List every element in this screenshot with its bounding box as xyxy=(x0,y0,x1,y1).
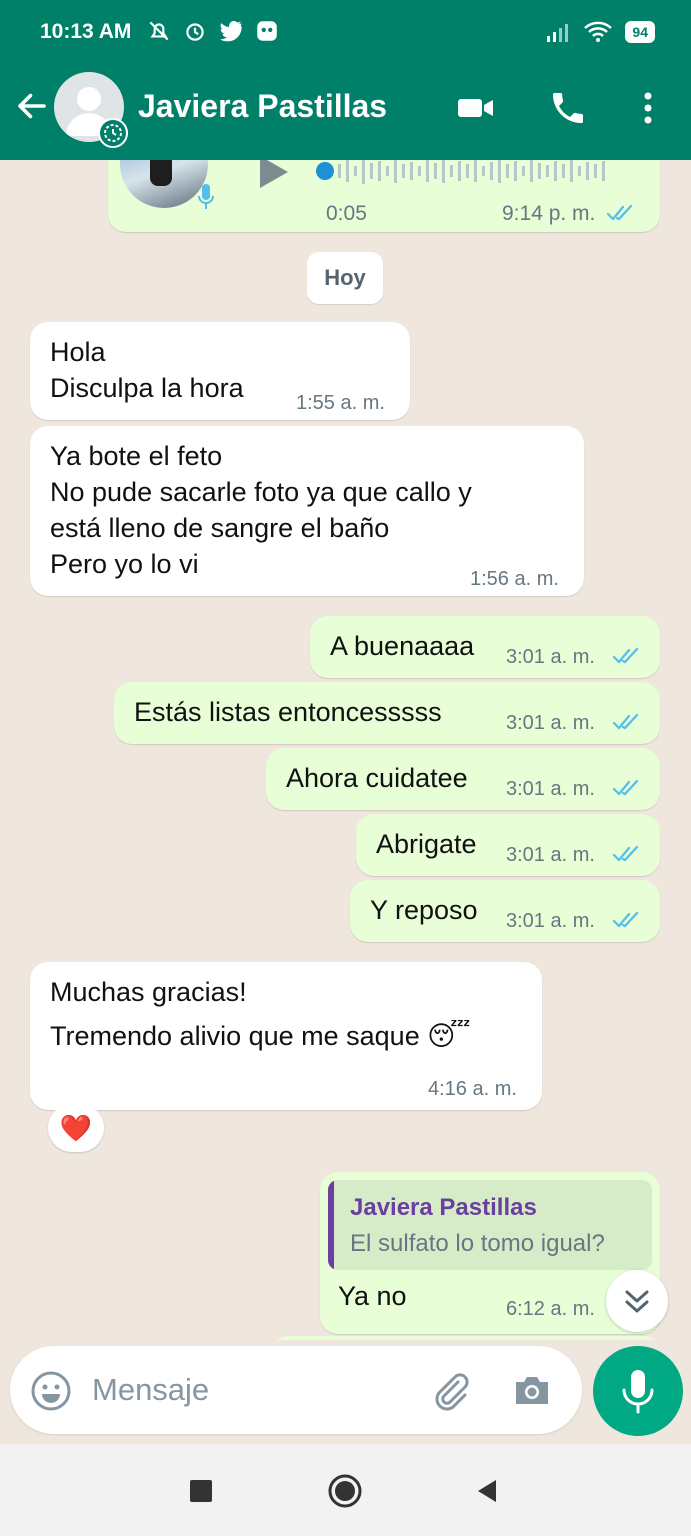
scroll-to-bottom-button[interactable] xyxy=(606,1270,668,1332)
attach-icon[interactable] xyxy=(428,1368,472,1412)
message-time: 3:01 a. m. xyxy=(506,712,595,734)
message-placeholder: Mensaje xyxy=(92,1372,210,1407)
incoming-message[interactable]: Ya bote el feto No pude sacarle foto ya … xyxy=(30,426,584,596)
message-input[interactable]: Mensaje xyxy=(10,1346,582,1434)
message-reaction[interactable]: ❤️ xyxy=(48,1104,104,1152)
chat-area[interactable]: 0:05 9:14 p. m. Hoy Hola Disculpa la hor… xyxy=(0,160,691,1340)
message-text: Ya no xyxy=(338,1281,407,1311)
message-time: 9:14 p. m. xyxy=(502,202,596,225)
play-icon[interactable] xyxy=(254,160,294,192)
message-text: Pero yo lo vi xyxy=(50,549,199,579)
message-composer: Mensaje xyxy=(0,1340,691,1444)
read-ticks-icon xyxy=(612,647,639,664)
message-time: 3:01 a. m. xyxy=(506,646,595,668)
message-text: Hola xyxy=(50,337,106,367)
message-time: 1:55 a. m. xyxy=(296,392,385,414)
system-navigation-bar xyxy=(0,1444,691,1536)
top-app-bar: 10:13 AM 94 Javiera Pastillas xyxy=(0,0,691,160)
incoming-message[interactable]: Muchas gracias! Tremendo alivio que me s… xyxy=(30,962,542,1110)
contact-name[interactable]: Javiera Pastillas xyxy=(138,88,387,125)
video-call-icon[interactable] xyxy=(456,88,496,128)
voice-record-button[interactable] xyxy=(593,1346,683,1436)
status-bar: 10:13 AM 94 xyxy=(0,0,691,66)
battery-indicator: 94 xyxy=(625,21,655,43)
status-ring-icon xyxy=(98,118,128,148)
message-time: 4:16 a. m. xyxy=(428,1078,517,1100)
quote-author: Javiera Pastillas xyxy=(350,1194,537,1221)
home-button-icon[interactable] xyxy=(326,1472,364,1510)
message-text: Ya bote el feto xyxy=(50,441,223,471)
quote-accent-bar xyxy=(328,1180,334,1270)
more-options-icon[interactable] xyxy=(628,88,668,128)
voice-waveform xyxy=(338,160,605,184)
back-button-icon[interactable] xyxy=(472,1476,502,1506)
message-text: Tremendo alivio que me saque 😴 xyxy=(50,1021,471,1051)
back-arrow-icon[interactable] xyxy=(14,88,50,124)
status-time: 10:13 AM xyxy=(40,20,132,43)
mute-bell-icon xyxy=(149,21,169,41)
read-ticks-icon xyxy=(606,204,633,221)
date-divider: Hoy xyxy=(307,252,383,304)
message-text: Estás listas entoncesssss xyxy=(134,697,442,727)
incoming-message[interactable]: Hola Disculpa la hora 1:55 a. m. xyxy=(30,322,410,420)
message-text: Disculpa la hora xyxy=(50,373,244,403)
camera-icon[interactable] xyxy=(510,1368,554,1412)
microphone-icon xyxy=(622,1370,654,1414)
message-text: A buenaaaa xyxy=(330,631,475,661)
voice-message-bubble[interactable]: 0:05 9:14 p. m. xyxy=(108,160,660,232)
outgoing-message[interactable]: A buenaaaa 3:01 a. m. xyxy=(310,616,660,678)
voice-progress-dot[interactable] xyxy=(316,162,334,180)
mic-small-icon xyxy=(198,184,214,209)
app-icon xyxy=(257,21,277,41)
message-time: 3:01 a. m. xyxy=(506,778,595,800)
emoji-icon[interactable] xyxy=(30,1370,72,1412)
heart-reaction-icon: ❤️ xyxy=(59,1113,93,1143)
message-time: 6:12 a. m. xyxy=(506,1298,595,1320)
quoted-message[interactable]: Javiera Pastillas El sulfato lo tomo igu… xyxy=(328,1180,652,1270)
message-text: Abrigate xyxy=(376,829,477,859)
twitter-icon xyxy=(220,21,242,42)
signal-icon xyxy=(547,24,569,42)
message-time: 3:01 a. m. xyxy=(506,844,595,866)
quote-text: El sulfato lo tomo igual? xyxy=(350,1230,605,1257)
message-text: está lleno de sangre el baño xyxy=(50,513,390,543)
message-text: Y reposo xyxy=(370,895,478,925)
outgoing-message[interactable]: Ahora cuidatee 3:01 a. m. xyxy=(266,748,660,810)
wifi-icon xyxy=(584,21,613,42)
read-ticks-icon xyxy=(612,911,639,928)
read-ticks-icon xyxy=(612,845,639,862)
outgoing-message[interactable]: Y reposo 3:01 a. m. xyxy=(350,880,660,942)
message-time: 3:01 a. m. xyxy=(506,910,595,932)
voice-sender-photo xyxy=(120,160,208,208)
outgoing-message[interactable]: Estás listas entoncesssss 3:01 a. m. xyxy=(114,682,660,744)
read-ticks-icon xyxy=(612,713,639,730)
notification-icons xyxy=(146,18,280,44)
read-ticks-icon xyxy=(612,779,639,796)
voice-call-icon[interactable] xyxy=(548,88,588,128)
message-text: No pude sacarle foto ya que callo y xyxy=(50,477,472,507)
recents-button-icon[interactable] xyxy=(186,1476,216,1506)
outgoing-message[interactable]: Abrigate 3:01 a. m. xyxy=(356,814,660,876)
alarm-icon xyxy=(186,23,204,41)
system-status-icons: 94 xyxy=(545,20,655,44)
chat-header: Javiera Pastillas xyxy=(0,66,691,160)
message-text: Muchas gracias! xyxy=(50,977,247,1007)
double-chevron-down-icon xyxy=(625,1290,649,1313)
message-time: 1:56 a. m. xyxy=(470,568,559,590)
voice-duration: 0:05 xyxy=(326,202,367,225)
message-text: Ahora cuidatee xyxy=(286,763,468,793)
